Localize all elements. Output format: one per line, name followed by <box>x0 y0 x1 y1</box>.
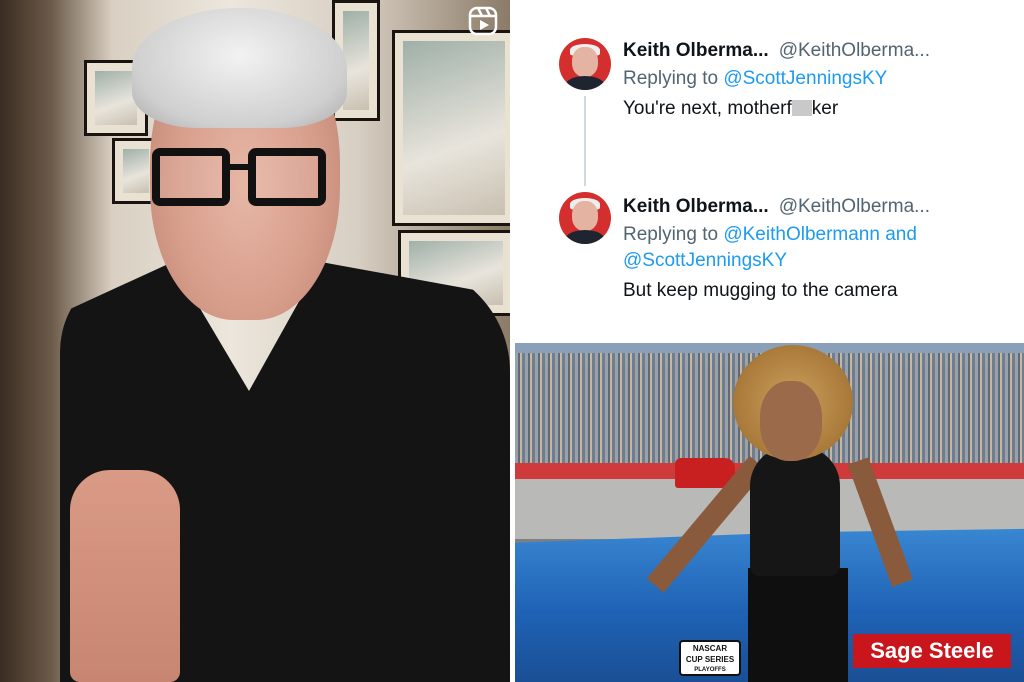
wall-frame <box>392 30 510 226</box>
logo-text: CUP SERIES <box>685 655 735 664</box>
tweet-author[interactable]: Keith Olberma... @KeithOlberma... <box>623 196 930 218</box>
author-handle[interactable]: @KeithOlberma... <box>779 40 930 61</box>
instagram-reels-icon <box>468 6 498 36</box>
censor-bar <box>791 100 812 116</box>
reply-prefix: Replying to <box>623 224 719 245</box>
reply-prefix: Replying to <box>623 68 719 89</box>
mention-link[interactable]: @ScottJenningsKY <box>723 68 887 89</box>
face <box>760 381 822 461</box>
arm <box>70 470 180 682</box>
tweet-author[interactable]: Keith Olberma... @KeithOlberma... <box>623 40 930 62</box>
name-caption: Sage Steele <box>853 634 1011 668</box>
tweet-text-part: You're next, motherf <box>623 98 792 119</box>
avatar[interactable] <box>559 192 611 244</box>
tweet-text: You're next, motherf ker <box>623 98 838 120</box>
author-handle[interactable]: @KeithOlberma... <box>779 196 930 217</box>
mention-link[interactable]: @ScottJenningsKY <box>623 250 787 271</box>
black-top <box>750 446 840 576</box>
logo-text: PLAYOFFS <box>694 667 726 673</box>
nascar-logo: NASCAR CUP SERIES PLAYOFFS <box>679 640 741 676</box>
reply-info: Replying to @KeithOlbermann and <box>623 222 917 248</box>
logo-text: NASCAR <box>692 644 728 653</box>
left-photo <box>0 0 510 682</box>
mention-link[interactable]: @KeithOlbermann and <box>723 224 917 245</box>
reply-info: Replying to @ScottJenningsKY <box>623 66 887 92</box>
tweet-thread: Keith Olberma... @KeithOlberma... Replyin… <box>515 0 1024 340</box>
author-name[interactable]: Keith Olberma... <box>623 196 769 217</box>
pants <box>748 568 848 682</box>
reply-info-line2: @ScottJenningsKY <box>623 248 787 274</box>
hair <box>132 8 347 128</box>
author-name[interactable]: Keith Olberma... <box>623 40 769 61</box>
tweet-text: But keep mugging to the camera <box>623 280 898 301</box>
avatar[interactable] <box>559 38 611 90</box>
tweet-text-part: ker <box>811 98 839 119</box>
glasses <box>152 148 330 210</box>
thread-line <box>584 96 586 186</box>
right-photo: NASCAR CUP SERIES PLAYOFFS <box>515 343 1024 682</box>
